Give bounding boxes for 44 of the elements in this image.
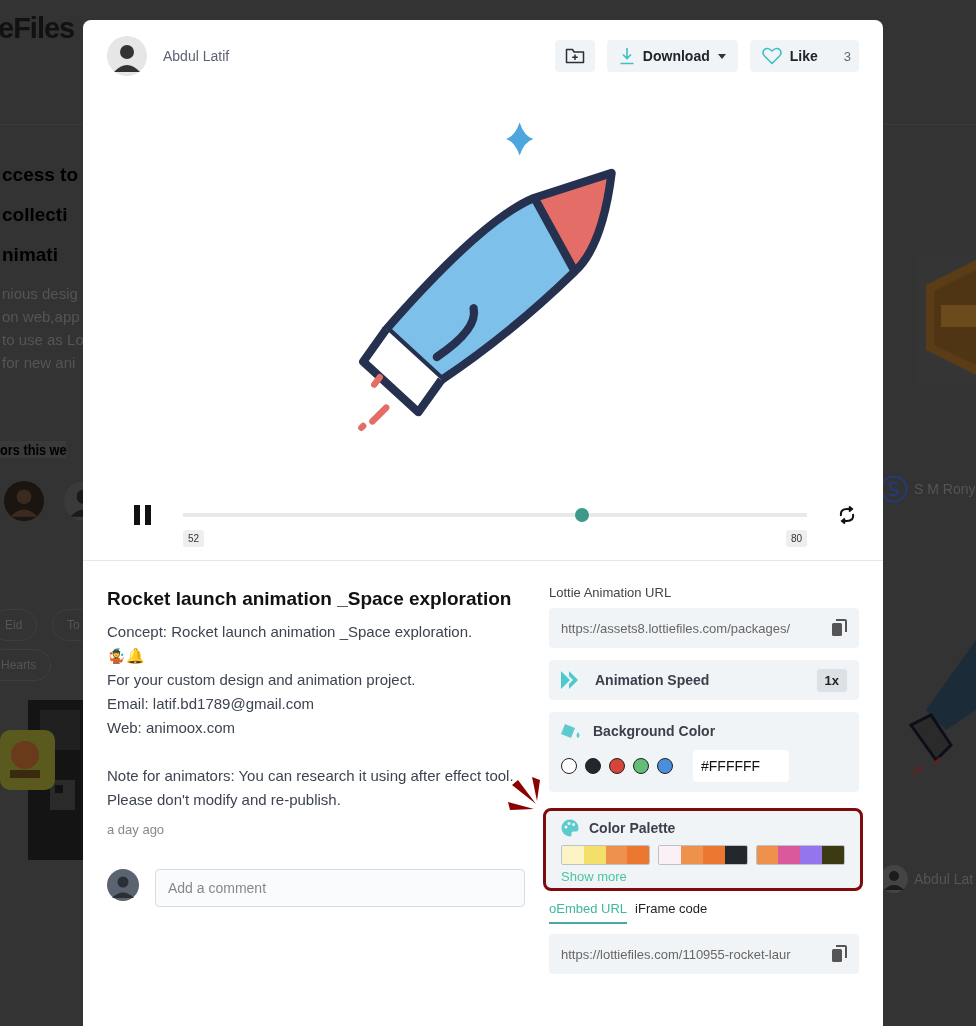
palette-strip[interactable] (658, 845, 748, 865)
section-title: ors this we (0, 441, 67, 458)
author-name[interactable]: Abdul Latif (163, 48, 230, 64)
palette-icon (561, 819, 579, 837)
hex-color-field[interactable]: #FFFFFF (693, 750, 789, 782)
download-icon (618, 47, 635, 65)
color-swatch[interactable] (609, 758, 625, 774)
speed-button[interactable]: 1x (816, 668, 847, 692)
panel-title: Animation Speed (595, 672, 710, 688)
description-text: Concept: Rocket launch animation _Space exploration. (107, 622, 474, 642)
download-button[interactable]: Download (606, 40, 738, 72)
logo-icon (880, 475, 908, 503)
avatar-icon[interactable] (107, 36, 147, 76)
description-text: For your custom design and animation project. (107, 670, 417, 690)
field-label: Lottie Animation URL (549, 585, 673, 600)
copy-icon[interactable] (831, 945, 847, 963)
folder-plus-icon (564, 47, 585, 65)
slider-thumb[interactable] (575, 508, 590, 522)
color-swatch[interactable] (561, 758, 577, 774)
like-button[interactable]: Like 3 (749, 40, 859, 72)
color-swatch[interactable] (657, 758, 673, 774)
start-frame-label: 52 (183, 530, 205, 547)
add-to-folder-button[interactable] (554, 40, 595, 72)
caret-icon (717, 53, 726, 59)
copy-icon[interactable] (831, 619, 847, 637)
timestamp: a day ago (107, 822, 166, 837)
description-text: Web: animoox.com (107, 718, 237, 738)
fast-forward-icon (561, 671, 581, 689)
end-frame-label: 80 (785, 530, 807, 547)
color-swatch[interactable] (633, 758, 649, 774)
description-text: Email: latif.bd1789@gmail.com (107, 694, 315, 714)
palette-strip[interactable] (755, 845, 845, 865)
comment-field[interactable]: Add a comment (155, 869, 525, 907)
color-swatch[interactable] (585, 758, 601, 774)
url-field[interactable]: https://lottiefiles.com/110955-rocket-laur (549, 934, 859, 974)
animation-title: Rocket launch animation _Space exploration (107, 588, 513, 610)
heart-icon (761, 47, 782, 65)
avatar-icon (107, 869, 139, 901)
description-text: 🤹🔔 (107, 646, 146, 666)
panel-title: Background Color (593, 723, 716, 739)
embed-tab[interactable]: iFrame code (635, 901, 708, 924)
url-field[interactable]: https://assets8.lottiefiles.com/packages/ (549, 608, 859, 648)
panel-title: Color Palette (589, 820, 676, 836)
description-text: Note for animators: You can research it using after effect tool. Please don't modify and re-publish. (107, 766, 515, 810)
